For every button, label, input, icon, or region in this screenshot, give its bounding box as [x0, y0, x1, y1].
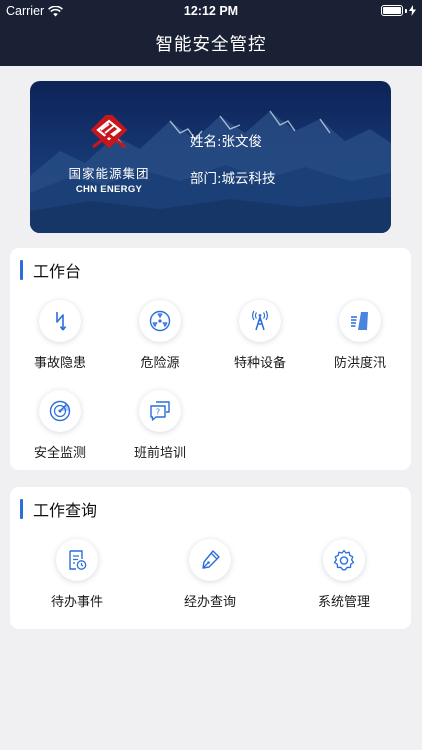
- workbench-item-pre-shift-training[interactable]: ? 班前培训: [110, 390, 210, 461]
- section-accent-bar: [20, 499, 23, 519]
- workbench-item-label: 安全监测: [33, 446, 86, 461]
- company-logo: 国家能源集团 CHN ENERGY: [64, 111, 154, 195]
- profile-banner: 国家能源集团 CHN ENERGY 姓名:张文俊 部门:城云科技: [30, 81, 391, 233]
- workbench-title: 工作台: [33, 262, 82, 281]
- logo-chinese-text: 国家能源集团: [68, 166, 150, 181]
- workbench-item-special-equipment[interactable]: 特种设备: [210, 300, 310, 371]
- workbench-item-hazard-source[interactable]: 危险源: [110, 300, 210, 371]
- query-item-system-management[interactable]: 系统管理: [294, 539, 394, 610]
- workbench-item-label: 特种设备: [233, 356, 286, 371]
- user-department: 部门:城云科技: [190, 171, 276, 187]
- query-item-label: 待办事件: [50, 595, 103, 610]
- workbench-item-accident-hazard[interactable]: 事故隐患: [10, 300, 110, 371]
- status-time: 12:12 PM: [183, 4, 239, 18]
- page-title: 智能安全管控: [155, 35, 267, 55]
- query-item-handled[interactable]: 经办查询: [160, 539, 260, 610]
- query-item-label: 经办查询: [183, 595, 236, 610]
- workbench-item-flood-control[interactable]: 防洪度汛: [310, 300, 410, 371]
- workbench-item-label: 防洪度汛: [333, 356, 386, 371]
- battery-icon: [381, 5, 416, 16]
- charging-bolt-icon: [409, 5, 416, 16]
- chn-energy-logo-icon: [90, 111, 128, 149]
- query-item-label: 系统管理: [317, 595, 370, 610]
- work-query-card: 工作查询 待办事件 经办查询 系统管理: [10, 487, 411, 629]
- query-item-todo[interactable]: 待办事件: [27, 539, 127, 610]
- lightning-icon: [39, 300, 81, 342]
- top-bar: Carrier 12:12 PM 智能安全管控: [0, 0, 422, 66]
- logo-english-text: CHN ENERGY: [75, 184, 143, 195]
- radiation-icon: [139, 300, 181, 342]
- workbench-item-label: 事故隐患: [33, 356, 86, 371]
- section-accent-bar: [20, 260, 23, 280]
- work-query-header: 工作查询: [20, 497, 97, 521]
- workbench-header: 工作台: [20, 258, 81, 282]
- question-chat-icon: ?: [139, 390, 181, 432]
- workbench-card: 工作台 事故隐患 危险源 特种设备 防洪度汛 安全监测 ? 班前培训: [10, 248, 411, 470]
- signal-tower-icon: [239, 300, 281, 342]
- workbench-item-safety-monitoring[interactable]: 安全监测: [10, 390, 110, 461]
- flood-icon: [339, 300, 381, 342]
- gear-icon: [323, 539, 365, 581]
- status-bar: Carrier 12:12 PM: [0, 0, 422, 22]
- svg-text:?: ?: [156, 408, 160, 417]
- workbench-item-label: 危险源: [140, 356, 180, 371]
- todo-document-icon: [56, 539, 98, 581]
- work-query-title: 工作查询: [33, 501, 98, 520]
- user-name: 姓名:张文俊: [190, 134, 263, 150]
- radar-icon: [39, 390, 81, 432]
- workbench-item-label: 班前培训: [133, 446, 186, 461]
- pen-icon: [189, 539, 231, 581]
